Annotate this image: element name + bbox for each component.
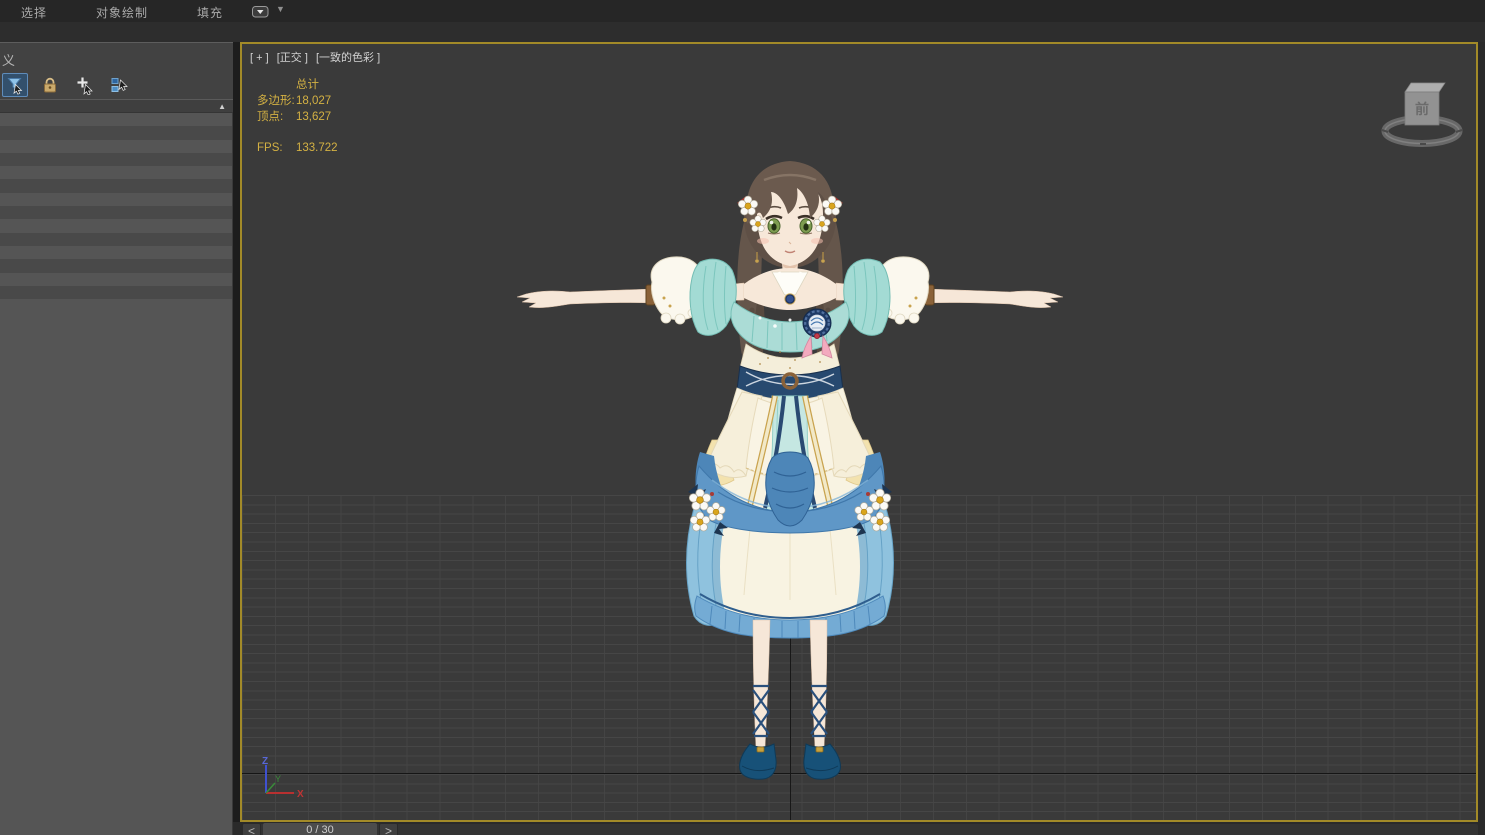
viewport-statistics: 总计 多边形: 18,027 顶点: 13,627 FPS: 133.722 bbox=[257, 77, 338, 156]
list-item[interactable] bbox=[0, 113, 232, 126]
display-filter-button[interactable] bbox=[2, 73, 28, 97]
list-item[interactable] bbox=[0, 273, 232, 286]
stats-fps-label: FPS: bbox=[257, 140, 296, 156]
stats-verts-value: 13,627 bbox=[296, 109, 331, 125]
stats-verts-label: 顶点: bbox=[257, 109, 296, 125]
explorer-list-header[interactable]: ▲ bbox=[0, 99, 233, 113]
list-item[interactable] bbox=[0, 179, 232, 192]
lock-selection-button[interactable] bbox=[37, 73, 63, 97]
toolbar-band bbox=[0, 22, 1485, 42]
stats-polys-label: 多边形: bbox=[257, 93, 296, 109]
list-item[interactable] bbox=[0, 246, 232, 259]
minimize-toolbar-button[interactable] bbox=[252, 5, 269, 23]
chevron-down-icon[interactable]: ▼ bbox=[276, 4, 285, 14]
list-item[interactable] bbox=[0, 193, 232, 206]
stats-total-header: 总计 bbox=[296, 77, 319, 93]
list-item[interactable] bbox=[0, 233, 232, 246]
stats-fps-value: 133.722 bbox=[296, 140, 338, 156]
menu-item-populate[interactable]: 填充 bbox=[197, 4, 223, 21]
select-children-icon bbox=[110, 76, 130, 94]
add-cursor-icon bbox=[76, 76, 95, 95]
viewcube[interactable]: 前 bbox=[1372, 64, 1472, 159]
viewport-label[interactable]: [ + ] [正交 ] [一致的色彩 ] bbox=[250, 49, 385, 65]
stats-polys-value: 18,027 bbox=[296, 93, 331, 109]
add-to-selection-button[interactable] bbox=[72, 73, 98, 97]
list-item[interactable] bbox=[0, 286, 232, 299]
axis-gizmo: Z Y X bbox=[252, 756, 314, 804]
time-slider[interactable]: 0 / 30 bbox=[263, 823, 377, 835]
scene-explorer-toolbar bbox=[2, 73, 133, 97]
list-item[interactable] bbox=[0, 219, 232, 232]
timeline-bar: < 0 / 30 > bbox=[233, 822, 1485, 835]
character-model[interactable] bbox=[500, 150, 1080, 790]
explorer-rows bbox=[0, 113, 232, 299]
panel-divider[interactable] bbox=[233, 42, 240, 835]
previous-frame-button[interactable]: < bbox=[242, 823, 261, 835]
menu-item-select[interactable]: 选择 bbox=[21, 4, 47, 21]
lock-icon bbox=[41, 76, 59, 94]
viewport-pov-label[interactable]: [正交 ] bbox=[277, 52, 308, 64]
viewport-general-menu[interactable]: [ + ] bbox=[250, 52, 269, 64]
explorer-list bbox=[0, 113, 233, 835]
list-item[interactable] bbox=[0, 259, 232, 272]
viewcube-front-label[interactable]: 前 bbox=[1415, 101, 1429, 117]
next-frame-button[interactable]: > bbox=[379, 823, 398, 835]
scene-explorer-panel: 义 bbox=[0, 42, 233, 835]
axis-y-label: Y bbox=[275, 774, 281, 784]
viewport[interactable]: [ + ] [正交 ] [一致的色彩 ] 总计 多边形: 18,027 顶点: … bbox=[240, 42, 1478, 822]
list-item[interactable] bbox=[0, 153, 232, 166]
application-window: 选择 对象绘制 填充 ▼ 义 bbox=[0, 0, 1485, 835]
select-children-button[interactable] bbox=[107, 73, 133, 97]
timeline-track[interactable] bbox=[242, 824, 1478, 835]
list-item[interactable] bbox=[0, 126, 232, 139]
axis-x-label: X bbox=[297, 789, 304, 800]
top-menu-bar: 选择 对象绘制 填充 ▼ bbox=[0, 0, 1485, 23]
list-item[interactable] bbox=[0, 206, 232, 219]
menu-item-object-paint[interactable]: 对象绘制 bbox=[96, 4, 148, 21]
list-item[interactable] bbox=[0, 140, 232, 153]
viewport-shading-label[interactable]: [一致的色彩 ] bbox=[316, 52, 380, 64]
display-filter-icon bbox=[6, 76, 25, 95]
list-item[interactable] bbox=[0, 166, 232, 179]
panel-title-partial: 义 bbox=[2, 50, 15, 69]
axis-z-label: Z bbox=[262, 756, 268, 767]
sort-ascending-icon[interactable]: ▲ bbox=[218, 102, 226, 112]
minimize-toolbar-icon bbox=[252, 6, 269, 18]
